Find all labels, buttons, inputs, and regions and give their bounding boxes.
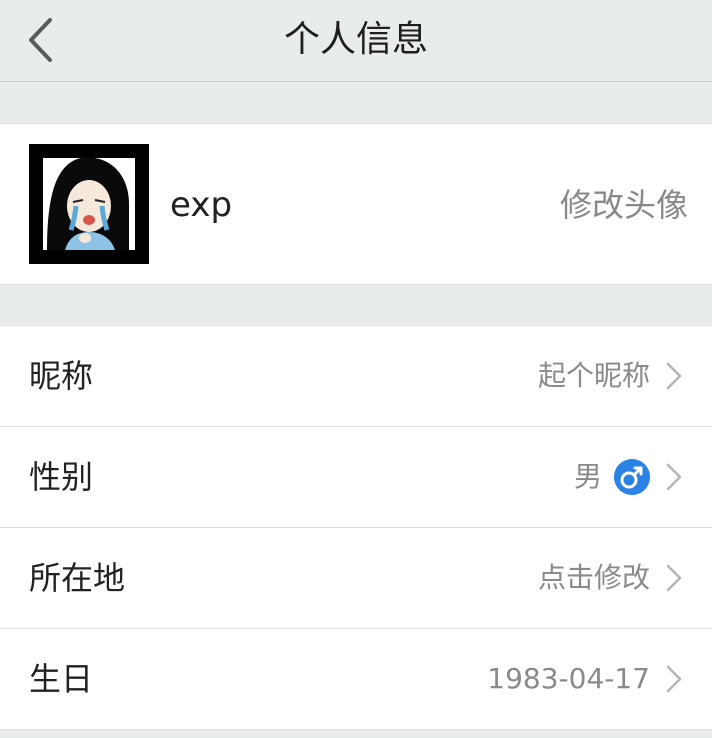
avatar[interactable]	[29, 144, 149, 264]
row-label: 生日	[29, 660, 94, 698]
change-avatar-link[interactable]: 修改头像	[560, 124, 688, 286]
row-value: 起个昵称	[537, 359, 650, 392]
row-gender[interactable]: 性别 男	[0, 427, 712, 528]
page-title: 个人信息	[283, 19, 428, 60]
chevron-right-icon	[666, 665, 682, 693]
row-value: 1983-04-17	[487, 662, 650, 695]
row-label: 昵称	[29, 357, 94, 395]
info-list: 昵称 起个昵称 性别 男 所在地 点击修改 生日 1983-04-17	[0, 325, 712, 730]
row-label: 所在地	[29, 559, 126, 597]
chevron-right-icon	[666, 362, 682, 390]
male-icon	[614, 459, 650, 495]
profile-name: exp	[170, 185, 233, 225]
row-value: 男	[573, 460, 602, 493]
row-birthday[interactable]: 生日 1983-04-17	[0, 629, 712, 730]
top-bar: 个人信息	[0, 0, 712, 82]
chevron-right-icon	[666, 564, 682, 592]
row-nickname[interactable]: 昵称 起个昵称	[0, 326, 712, 427]
row-location[interactable]: 所在地 点击修改	[0, 528, 712, 629]
row-value: 点击修改	[537, 561, 650, 594]
chevron-right-icon	[666, 463, 682, 491]
profile-row[interactable]: exp 修改头像	[0, 123, 712, 285]
row-label: 性别	[29, 458, 94, 496]
